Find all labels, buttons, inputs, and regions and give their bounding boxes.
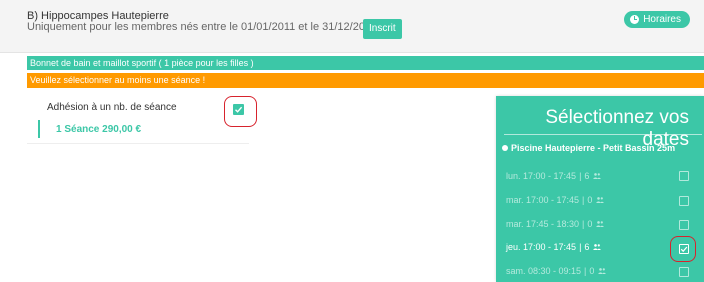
activity-subtitle: Uniquement pour les membres nés entre le…: [27, 21, 378, 33]
slot-count: 6: [584, 242, 590, 252]
slot-row: jeu. 17:00 - 17:45 | 6: [506, 240, 602, 254]
slot-row: sam. 08:30 - 09:15 | 0: [506, 264, 607, 278]
slot-count: 0: [587, 219, 593, 229]
slot-checkbox[interactable]: [679, 196, 689, 206]
slot-time: mar. 17:45 - 18:30: [506, 219, 580, 229]
membership-label: Adhésion à un nb. de séance: [47, 102, 177, 113]
slot-row: lun. 17:00 - 17:45 | 6: [506, 169, 602, 183]
seance-option[interactable]: 1 Séance 290,00 €: [56, 124, 141, 135]
slot-time: mar. 17:00 - 17:45: [506, 195, 580, 205]
slot-time: sam. 08:30 - 09:15: [506, 266, 582, 276]
warning-notice: Veuillez sélectionner au moins une séanc…: [27, 73, 704, 88]
slot-row: mar. 17:00 - 17:45 | 0: [506, 193, 605, 207]
slot-separator: |: [582, 195, 585, 205]
slot-count: 0: [587, 195, 593, 205]
horaires-button[interactable]: Horaires: [624, 11, 690, 28]
inscrit-button[interactable]: Inscrit: [363, 19, 402, 39]
location-text: Piscine Hautepierre - Petit Bassin 25m: [511, 143, 676, 153]
clock-icon: [630, 15, 640, 24]
people-icon: [596, 197, 605, 203]
divider: [27, 143, 249, 144]
slot-count: 0: [589, 266, 595, 276]
activity-header: B) Hippocampes Hautepierre Uniquement po…: [0, 0, 704, 53]
location-label: Piscine Hautepierre - Petit Bassin 25m: [502, 143, 675, 153]
slot-checkbox[interactable]: [679, 171, 689, 181]
divider: [504, 134, 702, 135]
annotation-circle: [224, 96, 257, 127]
slot-checkbox[interactable]: [679, 267, 689, 277]
slot-separator: |: [579, 171, 582, 181]
annotation-circle: [670, 236, 696, 262]
slot-time: lun. 17:00 - 17:45: [506, 171, 577, 181]
slot-separator: |: [584, 266, 587, 276]
map-pin-icon: [502, 144, 508, 151]
slot-separator: |: [579, 242, 582, 252]
slot-time: jeu. 17:00 - 17:45: [506, 242, 577, 252]
slot-row: mar. 17:45 - 18:30 | 0: [506, 217, 605, 231]
equipment-notice: Bonnet de bain et maillot sportif ( 1 pi…: [27, 56, 704, 70]
slot-separator: |: [582, 219, 585, 229]
horaires-label: Horaires: [643, 14, 681, 25]
people-icon: [596, 221, 605, 227]
option-indicator: [38, 120, 40, 138]
people-icon: [593, 244, 602, 250]
slot-count: 6: [584, 171, 590, 181]
slot-checkbox[interactable]: [679, 220, 689, 230]
people-icon: [598, 268, 607, 274]
people-icon: [593, 173, 602, 179]
